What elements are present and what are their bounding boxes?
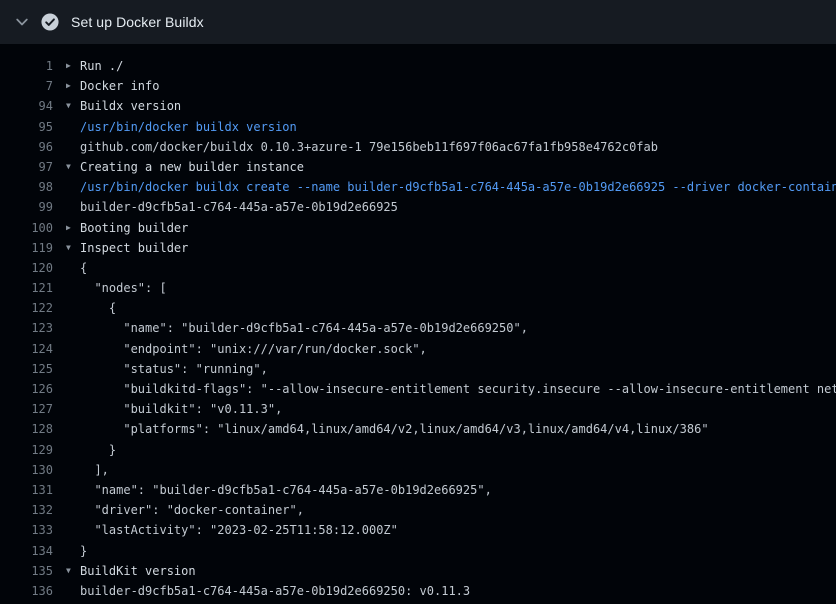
log-text: /usr/bin/docker buildx version: [80, 117, 297, 137]
line-number[interactable]: 100: [0, 218, 53, 238]
log-text: Inspect builder: [80, 238, 188, 258]
log-line[interactable]: 7 ▶ Docker info: [0, 76, 836, 96]
line-number[interactable]: 98: [0, 177, 53, 197]
log-text: "driver": "docker-container",: [80, 500, 304, 520]
line-number[interactable]: 1: [0, 56, 53, 76]
log-text: "buildkitd-flags": "--allow-insecure-ent…: [80, 379, 836, 399]
line-number[interactable]: 97: [0, 157, 53, 177]
log-text: Docker info: [80, 76, 159, 96]
log-line: 95 /usr/bin/docker buildx version: [0, 117, 836, 137]
group-collapsed-arrow-icon[interactable]: ▶: [66, 56, 80, 76]
log-line: 99 builder-d9cfb5a1-c764-445a-a57e-0b19d…: [0, 197, 836, 217]
log-line: 122 {: [0, 298, 836, 318]
log-text: "nodes": [: [80, 278, 167, 298]
line-number[interactable]: 131: [0, 480, 53, 500]
line-number[interactable]: 99: [0, 197, 53, 217]
log-line: 131 "name": "builder-d9cfb5a1-c764-445a-…: [0, 480, 836, 500]
group-collapsed-arrow-icon[interactable]: ▶: [66, 76, 80, 96]
line-number[interactable]: 129: [0, 440, 53, 460]
log-text: Creating a new builder instance: [80, 157, 304, 177]
group-expanded-arrow-icon[interactable]: ▼: [66, 157, 80, 177]
log-text: builder-d9cfb5a1-c764-445a-a57e-0b19d2e6…: [80, 197, 398, 217]
log-text: "lastActivity": "2023-02-25T11:58:12.000…: [80, 520, 398, 540]
log-line: 125 "status": "running",: [0, 359, 836, 379]
collapse-step-button[interactable]: [14, 14, 30, 30]
log-text: }: [80, 440, 116, 460]
line-number[interactable]: 132: [0, 500, 53, 520]
log-line[interactable]: 119 ▼ Inspect builder: [0, 238, 836, 258]
log-line: 132 "driver": "docker-container",: [0, 500, 836, 520]
log-text: "status": "running",: [80, 359, 268, 379]
line-number[interactable]: 7: [0, 76, 53, 96]
log-text: {: [80, 298, 116, 318]
line-number[interactable]: 133: [0, 520, 53, 540]
log-text: "platforms": "linux/amd64,linux/amd64/v2…: [80, 419, 709, 439]
log-line: 124 "endpoint": "unix:///var/run/docker.…: [0, 339, 836, 359]
log-line[interactable]: 94 ▼ Buildx version: [0, 96, 836, 116]
log-line[interactable]: 100 ▶ Booting builder: [0, 218, 836, 238]
log-text: BuildKit version: [80, 561, 196, 581]
line-number[interactable]: 127: [0, 399, 53, 419]
log-text: {: [80, 258, 87, 278]
log-line: 130 ],: [0, 460, 836, 480]
log-text: ],: [80, 460, 109, 480]
group-collapsed-arrow-icon[interactable]: ▶: [66, 218, 80, 238]
log-line: 133 "lastActivity": "2023-02-25T11:58:12…: [0, 520, 836, 540]
line-number[interactable]: 135: [0, 561, 53, 581]
log-line: 136 builder-d9cfb5a1-c764-445a-a57e-0b19…: [0, 581, 836, 601]
line-number[interactable]: 96: [0, 137, 53, 157]
log-line: 126 "buildkitd-flags": "--allow-insecure…: [0, 379, 836, 399]
log-text: Run ./: [80, 56, 123, 76]
log-text: github.com/docker/buildx 0.10.3+azure-1 …: [80, 137, 658, 157]
log-line: 120 {: [0, 258, 836, 278]
log-text: /usr/bin/docker buildx create --name bui…: [80, 177, 836, 197]
check-circle-icon: [41, 13, 59, 31]
line-number[interactable]: 123: [0, 318, 53, 338]
line-number[interactable]: 119: [0, 238, 53, 258]
line-number[interactable]: 126: [0, 379, 53, 399]
log-text: Buildx version: [80, 96, 181, 116]
log-line: 127 "buildkit": "v0.11.3",: [0, 399, 836, 419]
log-line[interactable]: 97 ▼ Creating a new builder instance: [0, 157, 836, 177]
line-number[interactable]: 122: [0, 298, 53, 318]
log-line: 96 github.com/docker/buildx 0.10.3+azure…: [0, 137, 836, 157]
step-title: Set up Docker Buildx: [71, 14, 204, 30]
line-number[interactable]: 124: [0, 339, 53, 359]
log-text: "name": "builder-d9cfb5a1-c764-445a-a57e…: [80, 480, 492, 500]
log-line: 129 }: [0, 440, 836, 460]
group-expanded-arrow-icon[interactable]: ▼: [66, 238, 80, 258]
log-line: 128 "platforms": "linux/amd64,linux/amd6…: [0, 419, 836, 439]
log-line: 121 "nodes": [: [0, 278, 836, 298]
line-number[interactable]: 121: [0, 278, 53, 298]
line-number[interactable]: 134: [0, 541, 53, 561]
line-number[interactable]: 136: [0, 581, 53, 601]
line-number[interactable]: 95: [0, 117, 53, 137]
log-line[interactable]: 135 ▼ BuildKit version: [0, 561, 836, 581]
log-text: "buildkit": "v0.11.3",: [80, 399, 282, 419]
log-line: 134 }: [0, 541, 836, 561]
log-text: "endpoint": "unix:///var/run/docker.sock…: [80, 339, 427, 359]
log-lines: 1 ▶ Run ./ 7 ▶ Docker info 94 ▼ Buildx v…: [0, 44, 836, 601]
chevron-down-icon: [15, 15, 29, 29]
log-text: Booting builder: [80, 218, 188, 238]
line-number[interactable]: 128: [0, 419, 53, 439]
line-number[interactable]: 120: [0, 258, 53, 278]
line-number[interactable]: 130: [0, 460, 53, 480]
log-line: 123 "name": "builder-d9cfb5a1-c764-445a-…: [0, 318, 836, 338]
line-number[interactable]: 125: [0, 359, 53, 379]
step-header[interactable]: Set up Docker Buildx: [0, 0, 836, 44]
log-text: builder-d9cfb5a1-c764-445a-a57e-0b19d2e6…: [80, 581, 470, 601]
log-line: 98 /usr/bin/docker buildx create --name …: [0, 177, 836, 197]
log-line[interactable]: 1 ▶ Run ./: [0, 56, 836, 76]
log-text: }: [80, 541, 87, 561]
group-expanded-arrow-icon[interactable]: ▼: [66, 561, 80, 581]
log-text: "name": "builder-d9cfb5a1-c764-445a-a57e…: [80, 318, 528, 338]
line-number[interactable]: 94: [0, 96, 53, 116]
group-expanded-arrow-icon[interactable]: ▼: [66, 96, 80, 116]
